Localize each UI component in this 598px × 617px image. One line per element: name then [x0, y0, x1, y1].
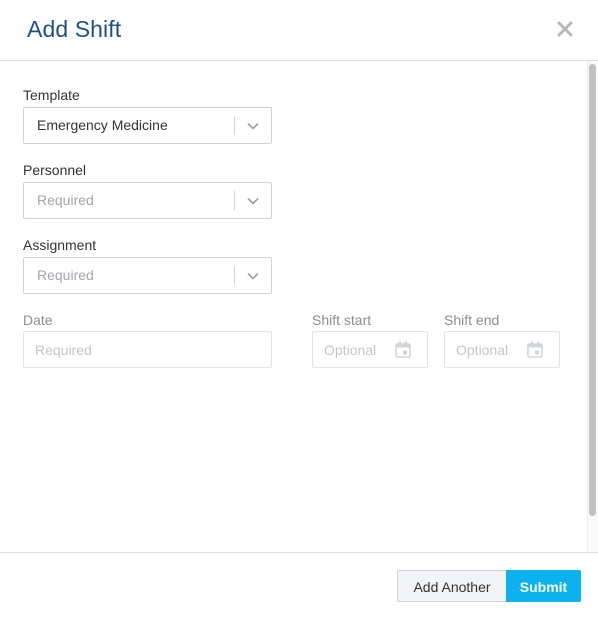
select-separator [234, 116, 235, 135]
modal-footer: Add Another Submit [0, 552, 598, 617]
add-another-button[interactable]: Add Another [397, 570, 507, 602]
select-separator [234, 266, 235, 285]
calendar-icon[interactable] [527, 341, 543, 358]
shift-start-placeholder: Optional [324, 342, 377, 358]
template-select[interactable]: Emergency Medicine [23, 107, 272, 144]
shift-start-input[interactable]: Optional [312, 331, 428, 368]
modal-title: Add Shift [27, 16, 122, 42]
template-label: Template [23, 87, 80, 103]
chevron-down-icon[interactable] [246, 119, 260, 133]
modal-header: Add Shift [0, 0, 598, 61]
date-label: Date [23, 312, 53, 328]
submit-button[interactable]: Submit [506, 570, 581, 602]
personnel-label: Personnel [23, 162, 87, 178]
date-input[interactable]: Required [23, 331, 272, 368]
assignment-label: Assignment [23, 237, 97, 253]
calendar-icon[interactable] [395, 341, 411, 358]
select-separator [234, 191, 235, 210]
chevron-down-icon[interactable] [246, 194, 260, 208]
personnel-select[interactable]: Required [23, 182, 272, 219]
chevron-down-icon[interactable] [246, 269, 260, 283]
modal-body: Template Emergency Medicine Personnel Re… [0, 61, 598, 552]
personnel-placeholder: Required [37, 192, 94, 208]
scrollbar-thumb[interactable] [589, 64, 596, 516]
assignment-placeholder: Required [37, 267, 94, 283]
shift-start-label: Shift start [312, 312, 372, 328]
add-shift-modal: Add Shift Template Emergency Medicine Pe… [0, 0, 598, 616]
shift-end-placeholder: Optional [456, 342, 509, 358]
date-placeholder: Required [35, 342, 92, 358]
template-value: Emergency Medicine [37, 117, 168, 133]
shift-end-input[interactable]: Optional [444, 331, 560, 368]
shift-end-label: Shift end [444, 312, 500, 328]
assignment-select[interactable]: Required [23, 257, 272, 294]
close-icon[interactable] [553, 17, 577, 41]
